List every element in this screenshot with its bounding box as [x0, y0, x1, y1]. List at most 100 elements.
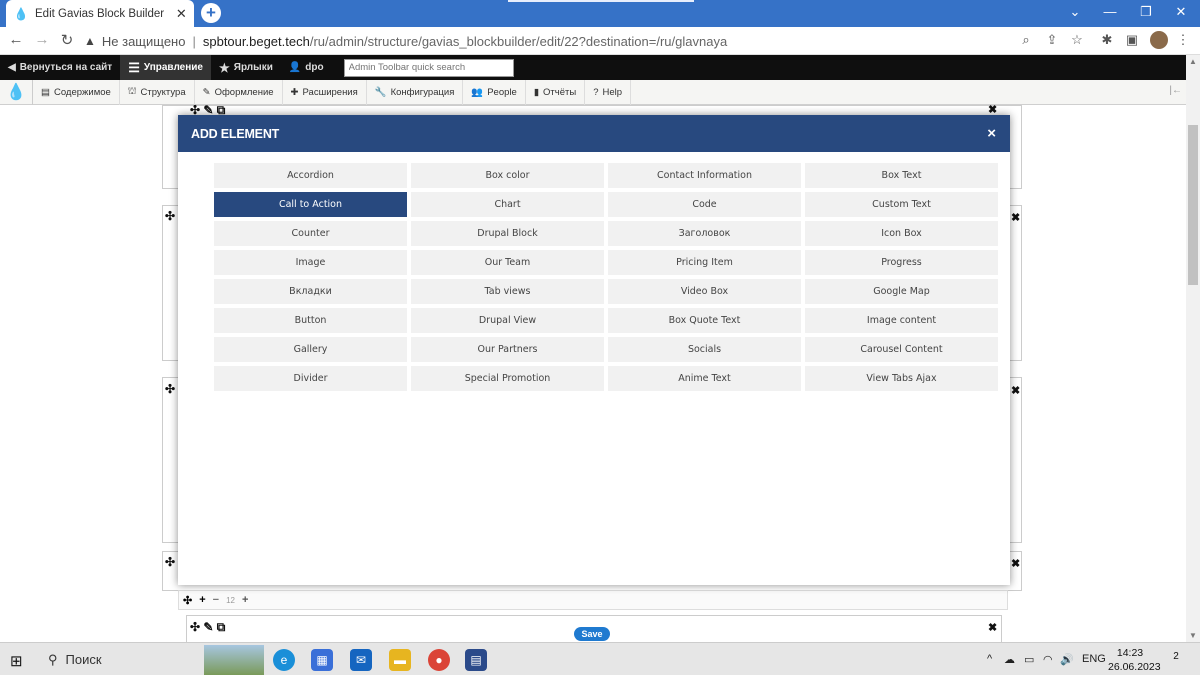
reload-icon[interactable]: ↻ [57, 31, 77, 49]
edge-icon[interactable]: e [273, 649, 295, 671]
element-option[interactable]: Our Team [411, 250, 604, 275]
close-window-icon[interactable]: ✕ [1172, 4, 1190, 20]
onedrive-icon[interactable]: ☁ [1004, 653, 1015, 666]
element-option[interactable]: Заголовок [608, 221, 801, 246]
scroll-up-icon[interactable]: ▲ [1186, 57, 1200, 66]
scroll-thumb[interactable] [1188, 125, 1198, 285]
url-field[interactable]: ▲ Не защищено | spbtour.beget.tech /ru/a… [84, 30, 1034, 52]
volume-icon[interactable]: 🔊 [1060, 653, 1074, 666]
tray-item-appearance[interactable]: ✎ Оформление [195, 79, 283, 105]
element-option[interactable]: Special Promotion [411, 366, 604, 391]
sidepanel-icon[interactable]: ▣ [1123, 32, 1141, 48]
element-option[interactable]: Box Quote Text [608, 308, 801, 333]
add-icon[interactable]: + [199, 594, 205, 606]
tray-item-people[interactable]: 👥 People [463, 79, 526, 105]
element-option[interactable]: Drupal Block [411, 221, 604, 246]
element-option[interactable]: Progress [805, 250, 998, 275]
move-icon[interactable]: ✣ [165, 209, 175, 223]
extensions-icon[interactable]: ✱ [1098, 32, 1116, 48]
element-option[interactable]: Box color [411, 163, 604, 188]
wifi-icon[interactable]: ◠ [1043, 653, 1053, 666]
element-option[interactable]: View Tabs Ajax [805, 366, 998, 391]
element-option[interactable]: Counter [214, 221, 407, 246]
element-option[interactable]: Chart [411, 192, 604, 217]
element-option[interactable]: Socials [608, 337, 801, 362]
drupal-logo-icon[interactable]: 💧 [0, 79, 33, 105]
store-icon[interactable]: ▦ [311, 649, 333, 671]
tray-item-content[interactable]: ▤ Содержимое [33, 79, 120, 105]
element-option[interactable]: Icon Box [805, 221, 998, 246]
element-option[interactable]: Call to Action [214, 192, 407, 217]
battery-icon[interactable]: ▭ [1024, 653, 1034, 666]
move-icon[interactable]: ✣ [183, 594, 192, 607]
notifications-icon[interactable]: 2 [1168, 651, 1184, 667]
move-icon[interactable]: ✣ [165, 555, 175, 569]
menu-kebab-icon[interactable]: ⋮ [1174, 32, 1192, 48]
move-icon[interactable]: ✣ [165, 382, 175, 396]
shortcuts-tab[interactable]: ★ Ярлыки [211, 55, 281, 80]
manage-tab[interactable]: ☰ Управление [120, 55, 211, 80]
taskbar-widget-thumbnail[interactable] [204, 645, 264, 675]
profile-avatar[interactable] [1150, 31, 1168, 49]
remove-icon[interactable]: ✖ [988, 621, 997, 634]
element-option[interactable]: Divider [214, 366, 407, 391]
tray-item-config[interactable]: 🔧 Конфигурация [367, 79, 464, 105]
element-option[interactable]: Pricing Item [608, 250, 801, 275]
element-option[interactable]: Gallery [214, 337, 407, 362]
tray-chevron-icon[interactable]: ^ [987, 653, 992, 665]
tab-search-icon[interactable]: ⌄ [1066, 4, 1084, 20]
remove-icon[interactable]: ✖ [1011, 557, 1020, 570]
new-tab-button[interactable]: + [201, 3, 221, 23]
element-option[interactable]: Image [214, 250, 407, 275]
element-option[interactable]: Accordion [214, 163, 407, 188]
windows-start-icon[interactable]: ⊞ [10, 652, 23, 670]
minimize-icon[interactable]: — [1101, 4, 1119, 19]
element-option[interactable]: Code [608, 192, 801, 217]
remove-icon[interactable]: ✖ [1011, 384, 1020, 397]
increase-icon[interactable]: + [242, 594, 248, 606]
taskbar-search[interactable]: ⚲ Поиск [38, 643, 198, 676]
zoom-icon[interactable]: ⌕ [1017, 32, 1035, 48]
user-tab[interactable]: 👤 dpo [281, 55, 332, 80]
tray-item-extend[interactable]: ✚ Расширения [283, 79, 367, 105]
back-arrow-icon[interactable]: ← [6, 31, 26, 48]
element-option[interactable]: Google Map [805, 279, 998, 304]
element-option[interactable]: Video Box [608, 279, 801, 304]
tray-item-reports[interactable]: ▮ Отчёты [526, 79, 586, 105]
page-scrollbar[interactable]: ▲ ▼ [1186, 55, 1200, 642]
move-icon[interactable]: ✣ ✎ ⧉ [190, 620, 225, 635]
tab-close-icon[interactable]: ✕ [175, 6, 188, 22]
element-option[interactable]: Box Text [805, 163, 998, 188]
restore-icon[interactable]: ❐ [1137, 4, 1155, 20]
element-option[interactable]: Drupal View [411, 308, 604, 333]
admin-search-input[interactable] [343, 58, 514, 77]
scroll-down-icon[interactable]: ▼ [1186, 631, 1200, 640]
app-icon[interactable]: ▤ [465, 649, 487, 671]
clock[interactable]: 14:23 26.06.2023 [1108, 646, 1161, 674]
decrease-icon[interactable]: − [213, 594, 219, 606]
tray-item-structure[interactable]: ⛫ Структура [120, 79, 195, 105]
tray-orientation-icon[interactable]: |← [1169, 85, 1182, 96]
share-icon[interactable]: ⇪ [1043, 32, 1061, 48]
element-option[interactable]: Anime Text [608, 366, 801, 391]
mail-icon[interactable]: ✉ [350, 649, 372, 671]
element-option[interactable]: Button [214, 308, 407, 333]
element-option[interactable]: Custom Text [805, 192, 998, 217]
bookmark-star-icon[interactable]: ☆ [1068, 32, 1086, 48]
dialog-close-button[interactable]: × [987, 125, 996, 142]
element-option[interactable]: Carousel Content [805, 337, 998, 362]
browser-tab[interactable]: 💧 Edit Gavias Block Builder | Север ✕ [6, 0, 194, 27]
forward-arrow-icon[interactable]: → [32, 31, 52, 48]
element-option[interactable]: Our Partners [411, 337, 604, 362]
tray-item-help[interactable]: ? Help [585, 79, 632, 105]
element-option[interactable]: Contact Information [608, 163, 801, 188]
back-to-site-link[interactable]: ◀ Вернуться на сайт [0, 55, 120, 80]
element-option[interactable]: Image content [805, 308, 998, 333]
language-indicator[interactable]: ENG [1082, 653, 1106, 665]
save-button[interactable]: Save [574, 627, 610, 641]
element-option[interactable]: Tab views [411, 279, 604, 304]
file-explorer-icon[interactable]: ▬ [389, 649, 411, 671]
remove-icon[interactable]: ✖ [1011, 211, 1020, 224]
chrome-icon[interactable]: ● [428, 649, 450, 671]
element-option[interactable]: Вкладки [214, 279, 407, 304]
